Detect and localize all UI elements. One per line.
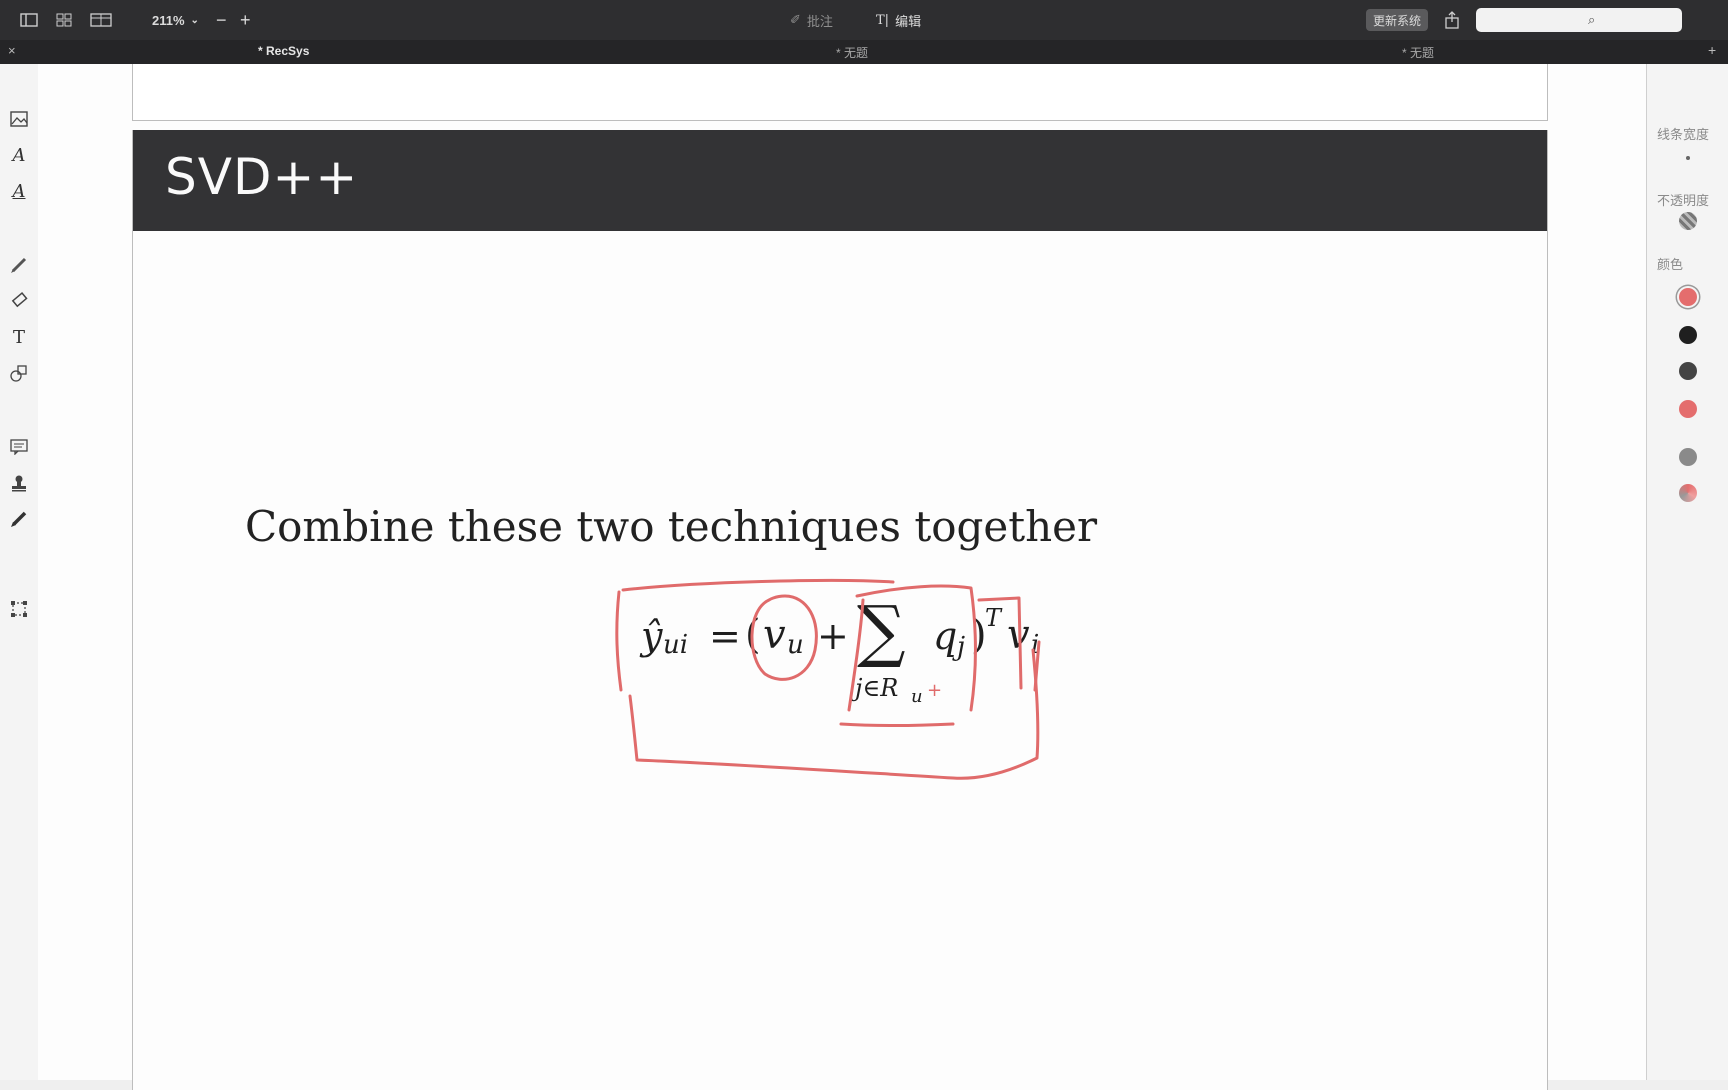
previous-page [132,64,1548,121]
zoom-in-button[interactable]: + [240,8,251,32]
color-swatch-salmon-selected[interactable] [1679,288,1697,306]
edit-button[interactable]: T| 编辑 [876,8,921,32]
edit-label: 编辑 [895,13,922,29]
zoom-level: 211% [152,12,185,28]
text-tool-icon[interactable]: T [8,326,30,348]
share-icon[interactable] [1444,8,1460,32]
eraser-icon[interactable] [8,290,30,312]
grid-view-icon[interactable] [56,8,72,32]
tab-recsys[interactable]: * RecSys [258,44,309,58]
comment-icon[interactable] [8,436,30,458]
update-button[interactable]: 更新系统 [1366,9,1429,31]
handwritten-annotations[interactable]: + [133,130,1547,1090]
color-label: 颜色 [1657,257,1684,272]
zoom-out-button[interactable]: − [216,8,227,32]
add-tab-icon[interactable]: + [1708,42,1716,58]
tab-untitled-1[interactable]: * 无题 [836,44,868,61]
color-swatch-dark-gray[interactable] [1679,362,1697,380]
chevron-down-icon: ⌄ [190,14,199,26]
signature-pen-icon[interactable] [8,508,30,530]
annotation-right-bracket [977,596,1023,690]
color-swatch-gray[interactable] [1679,448,1697,466]
search-icon: ⌕ [1588,12,1596,27]
annotate-label: 批注 [806,13,833,29]
close-tab-icon[interactable]: × [8,43,16,58]
selection-tool-icon[interactable] [8,598,30,620]
annotation-sum-box [839,584,977,727]
stamp-icon[interactable] [8,472,30,494]
annotate-button[interactable]: ✐ 批注 [790,8,833,32]
annotation-small-tick [1033,640,1041,692]
shapes-icon[interactable] [8,362,30,384]
pencil-icon[interactable] [8,254,30,276]
search-input[interactable]: ⌕ [1476,8,1682,32]
document-viewport[interactable]: SVD++ Combine these two techniques toget… [38,64,1646,1090]
zoom-dropdown[interactable]: 211% ⌄ [152,8,199,32]
annotation-plus-mark: + [927,680,942,701]
color-swatch-multicolor[interactable] [1679,484,1697,502]
highlight-text-icon[interactable]: A [8,144,30,166]
line-width-label: 线条宽度 [1657,127,1710,142]
text-cursor-icon: T| [876,12,890,28]
annotation-tools-sidebar: A A T [0,64,39,1080]
underline-text-icon[interactable]: A [8,180,30,202]
opacity-swatch[interactable] [1679,212,1697,230]
image-tool-icon[interactable] [8,108,30,130]
color-swatch-salmon[interactable] [1679,400,1697,418]
color-swatch-black[interactable] [1679,326,1697,344]
tab-bar: × * RecSys * 无题 * 无题 + [0,40,1728,64]
tab-untitled-2[interactable]: * 无题 [1402,44,1434,61]
top-toolbar: 211% ⌄ − + ✐ 批注 T| 编辑 更新系统 ⌕ [0,0,1728,40]
properties-panel: 线条宽度 不透明度 颜色 [1646,64,1728,1080]
two-page-view-icon[interactable] [90,8,112,32]
annotation-vu-circle [750,594,818,681]
line-width-dot[interactable] [1686,156,1690,160]
pen-icon: ✐ [790,12,801,27]
opacity-label: 不透明度 [1657,193,1710,208]
slide-page: SVD++ Combine these two techniques toget… [132,130,1548,1090]
sidebar-toggle-icon[interactable] [20,8,38,32]
